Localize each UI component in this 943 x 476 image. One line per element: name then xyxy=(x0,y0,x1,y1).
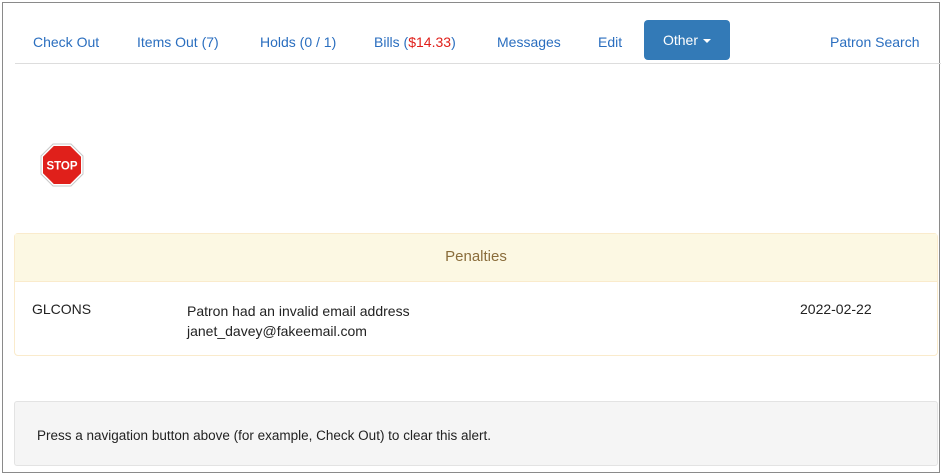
other-dropdown-label: Other xyxy=(662,32,698,48)
penalty-note-line2: janet_davey@fakeemail.com xyxy=(187,323,367,339)
tab-messages[interactable]: Messages xyxy=(497,21,561,63)
patron-search-link[interactable]: Patron Search xyxy=(830,21,920,63)
penalty-note: Patron had an invalid email address jane… xyxy=(187,301,410,341)
caret-down-icon xyxy=(703,39,711,44)
patron-alert-frame: Check Out Items Out (7) Holds (0 / 1) Bi… xyxy=(2,2,941,473)
tab-holds[interactable]: Holds (0 / 1) xyxy=(260,21,336,63)
penalty-note-line1: Patron had an invalid email address xyxy=(187,303,410,319)
penalty-code: GLCONS xyxy=(32,301,92,317)
tab-check-out[interactable]: Check Out xyxy=(33,21,99,63)
penalties-panel: Penalties GLCONS Patron had an invalid e… xyxy=(14,233,938,356)
stop-sign-text: STOP xyxy=(46,161,77,173)
tab-edit[interactable]: Edit xyxy=(598,21,622,63)
penalties-heading: Penalties xyxy=(15,234,937,282)
alert-message-text: Press a navigation button above (for exa… xyxy=(37,428,491,443)
bills-label-suffix: ) xyxy=(451,34,456,50)
tab-items-out[interactable]: Items Out (7) xyxy=(137,21,219,63)
stop-sign-icon: STOP xyxy=(40,143,84,187)
patron-nav-tabs: Check Out Items Out (7) Holds (0 / 1) Bi… xyxy=(15,17,941,64)
penalty-date: 2022-02-22 xyxy=(800,301,872,317)
bills-amount: $14.33 xyxy=(408,34,452,50)
alert-message-box: Press a navigation button above (for exa… xyxy=(14,401,938,466)
other-dropdown-button[interactable]: Other xyxy=(644,20,730,60)
tab-bills[interactable]: Bills ($14.33) xyxy=(374,21,456,63)
bills-label-prefix: Bills ( xyxy=(374,34,409,50)
